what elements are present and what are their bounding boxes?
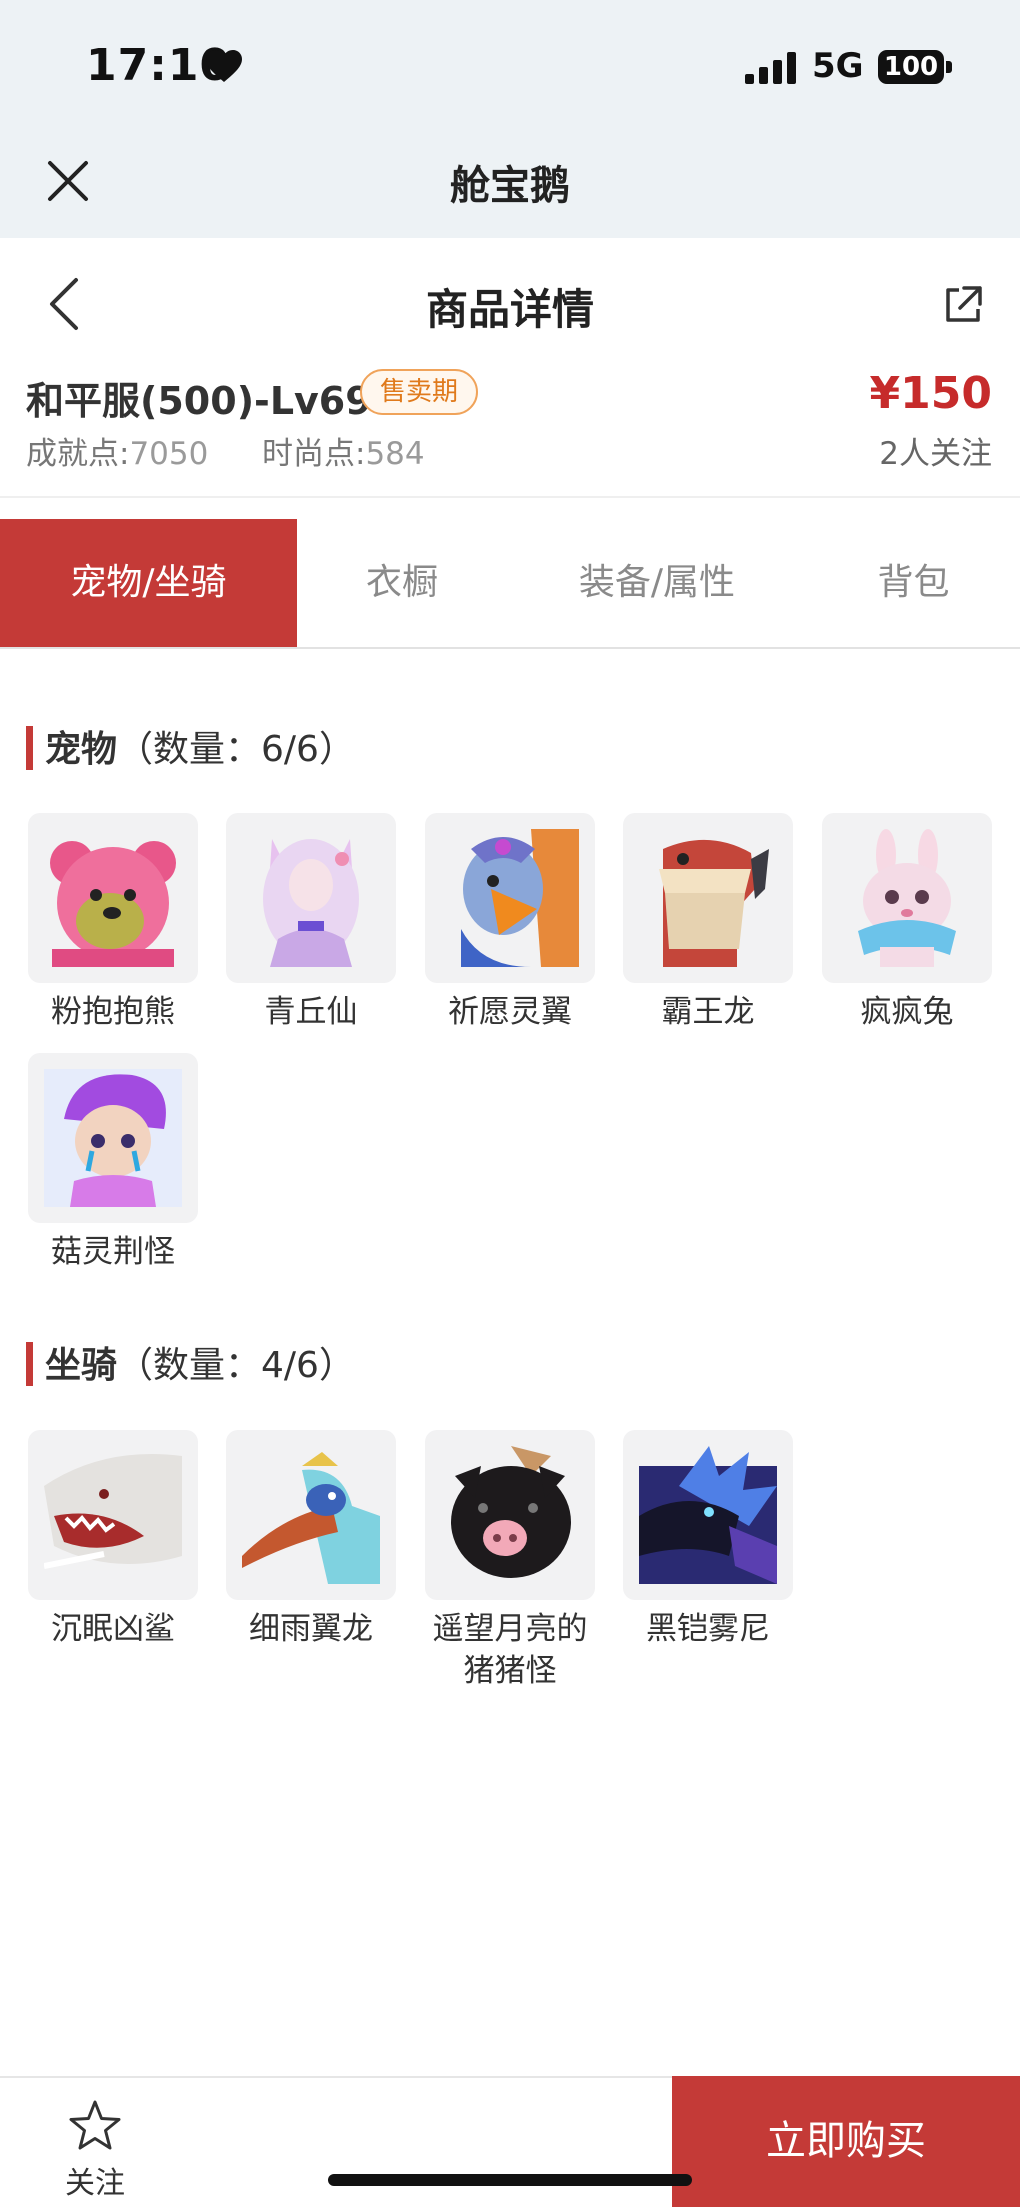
griffin-icon: [461, 829, 579, 967]
battery-icon: 100: [878, 50, 954, 86]
pet-thumbnail: [623, 813, 793, 983]
mount-name-line1: 遥望月亮的: [432, 1611, 588, 1647]
shark-icon: [44, 1454, 182, 1569]
app-title: 舱宝鹅: [450, 163, 570, 209]
pet-thumbnail: [822, 813, 992, 983]
pet-item[interactable]: 青丘仙: [225, 813, 397, 1033]
follow-button[interactable]: 关注: [40, 2090, 150, 2201]
follower-count: 2人关注: [879, 436, 992, 472]
mounts-heading: 坐骑: [45, 1345, 118, 1386]
fashion-points: 时尚点:584: [262, 428, 425, 473]
pet-thumbnail: [28, 813, 198, 983]
mount-item[interactable]: 遥望月亮的 猪猪怪: [424, 1430, 596, 1692]
network-type: 5G: [812, 46, 864, 86]
divider: [0, 496, 1020, 498]
tab-wardrobe[interactable]: 衣橱: [297, 519, 507, 647]
tab-pets-mounts[interactable]: 宠物/坐骑: [0, 519, 297, 647]
pet-thumbnail: [226, 813, 396, 983]
achievement-value: 7050: [129, 436, 209, 472]
buy-now-button[interactable]: 立即购买: [672, 2076, 1020, 2207]
home-indicator: [328, 2174, 692, 2186]
achievement-points: 成就点:7050: [26, 428, 208, 473]
mount-name: 遥望月亮的 猪猪怪: [424, 1608, 596, 1692]
pet-name: 粉抱抱熊: [51, 994, 175, 1030]
section-marker: [26, 1342, 33, 1386]
rabbit-icon: [858, 829, 956, 967]
pet-item[interactable]: 粉抱抱熊: [27, 813, 199, 1033]
mount-thumbnail: [226, 1430, 396, 1600]
heart-icon: [206, 50, 242, 82]
mount-name: 黑铠雾尼: [646, 1611, 770, 1647]
achievement-label: 成就点:: [26, 436, 130, 472]
battery-nub: [946, 61, 952, 73]
mount-thumbnail: [623, 1430, 793, 1600]
mount-thumbnail: [425, 1430, 595, 1600]
trex-icon: [659, 839, 769, 967]
mushroom-spirit-icon: [44, 1069, 182, 1207]
mount-item[interactable]: 沉眠凶鲨: [27, 1430, 199, 1650]
top-area: 17:10 5G 100 舱宝鹅: [0, 0, 1020, 238]
pets-section-heading: 宠物（数量：6/6）: [26, 720, 355, 773]
pig-icon: [451, 1446, 571, 1578]
pets-heading: 宠物: [45, 729, 118, 770]
follow-label: 关注: [65, 2166, 125, 2201]
mount-item[interactable]: 细雨翼龙: [225, 1430, 397, 1650]
pet-name: 青丘仙: [264, 994, 358, 1030]
mount-name: 沉眠凶鲨: [51, 1611, 175, 1647]
star-icon: [69, 2100, 121, 2150]
tab-bar: 宠物/坐骑 衣橱 装备/属性 背包: [0, 519, 1020, 649]
fashion-label: 时尚点:: [262, 436, 366, 472]
mount-name-line2: 猪猪怪: [463, 1653, 557, 1689]
status-badge: 售卖期: [360, 369, 479, 415]
fashion-value: 584: [365, 436, 425, 472]
pterosaur-icon: [242, 1452, 380, 1584]
mount-name: 细雨翼龙: [249, 1611, 373, 1647]
mount-item[interactable]: 黑铠雾尼: [622, 1430, 794, 1650]
section-marker: [26, 726, 33, 770]
pet-name: 霸王龙: [661, 994, 755, 1030]
mounts-section-heading: 坐骑（数量：4/6）: [26, 1336, 355, 1389]
pet-item[interactable]: 菇灵荆怪: [27, 1053, 199, 1273]
tab-bag[interactable]: 背包: [807, 519, 1020, 647]
pet-name: 祈愿灵翼: [448, 994, 572, 1030]
pets-count: （数量：6/6）: [117, 729, 355, 770]
pet-item[interactable]: 祈愿灵翼: [424, 813, 596, 1033]
product-price: ¥150: [869, 368, 992, 419]
pet-item[interactable]: 疯疯兔: [821, 813, 993, 1033]
pet-name: 菇灵荆怪: [51, 1234, 175, 1270]
page-title: 商品详情: [425, 285, 594, 334]
tab-equipment[interactable]: 装备/属性: [507, 519, 807, 647]
dark-dragon-icon: [639, 1446, 777, 1584]
mounts-count: （数量：4/6）: [117, 1345, 355, 1386]
pet-item[interactable]: 霸王龙: [622, 813, 794, 1033]
pet-thumbnail: [425, 813, 595, 983]
fox-fairy-icon: [263, 839, 359, 967]
product-title: 和平服(500)-Lv69: [26, 379, 372, 423]
mount-thumbnail: [28, 1430, 198, 1600]
pet-thumbnail: [28, 1053, 198, 1223]
share-icon[interactable]: [942, 284, 984, 326]
battery-level: 100: [878, 50, 944, 84]
signal-icon: [745, 52, 796, 84]
pet-name: 疯疯兔: [860, 994, 954, 1030]
pink-bear-icon: [50, 841, 176, 967]
